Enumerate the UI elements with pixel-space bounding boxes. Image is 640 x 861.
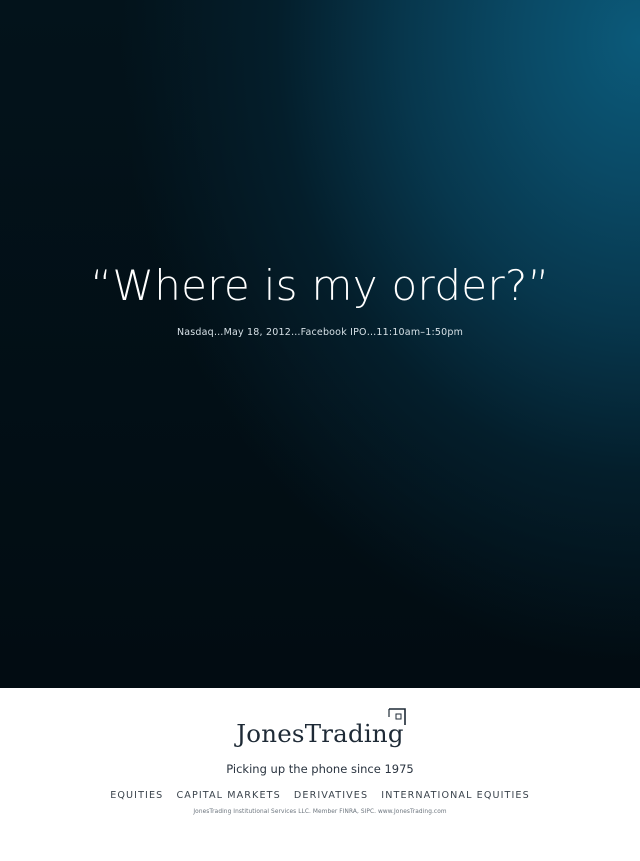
brand-logo: JonesTrading	[236, 708, 406, 750]
advertisement-page: “Where is my order?” Nasdaq…May 18, 2012…	[0, 0, 640, 861]
tagline: Picking up the phone since 1975	[226, 762, 414, 776]
services-list: EQUITIES CAPITAL MARKETS DERIVATIVES INT…	[0, 789, 640, 803]
service-capital-markets: CAPITAL MARKETS	[176, 790, 281, 801]
subheadline: Nasdaq…May 18, 2012…Facebook IPO…11:10am…	[176, 327, 464, 338]
legal-text: JonesTrading Institutional Services LLC.…	[193, 809, 447, 815]
service-derivatives: DERIVATIVES	[293, 790, 369, 801]
headline: “Where is my order?”	[90, 261, 550, 310]
brand-logo-text: JonesTrading	[236, 719, 404, 748]
hero-panel: “Where is my order?” Nasdaq…May 18, 2012…	[0, 0, 640, 688]
logo-container: JonesTrading	[0, 708, 640, 750]
service-international-equities: INTERNATIONAL EQUITIES	[381, 790, 530, 801]
service-equities: EQUITIES	[110, 790, 164, 801]
corner-bracket-icon	[388, 708, 406, 725]
